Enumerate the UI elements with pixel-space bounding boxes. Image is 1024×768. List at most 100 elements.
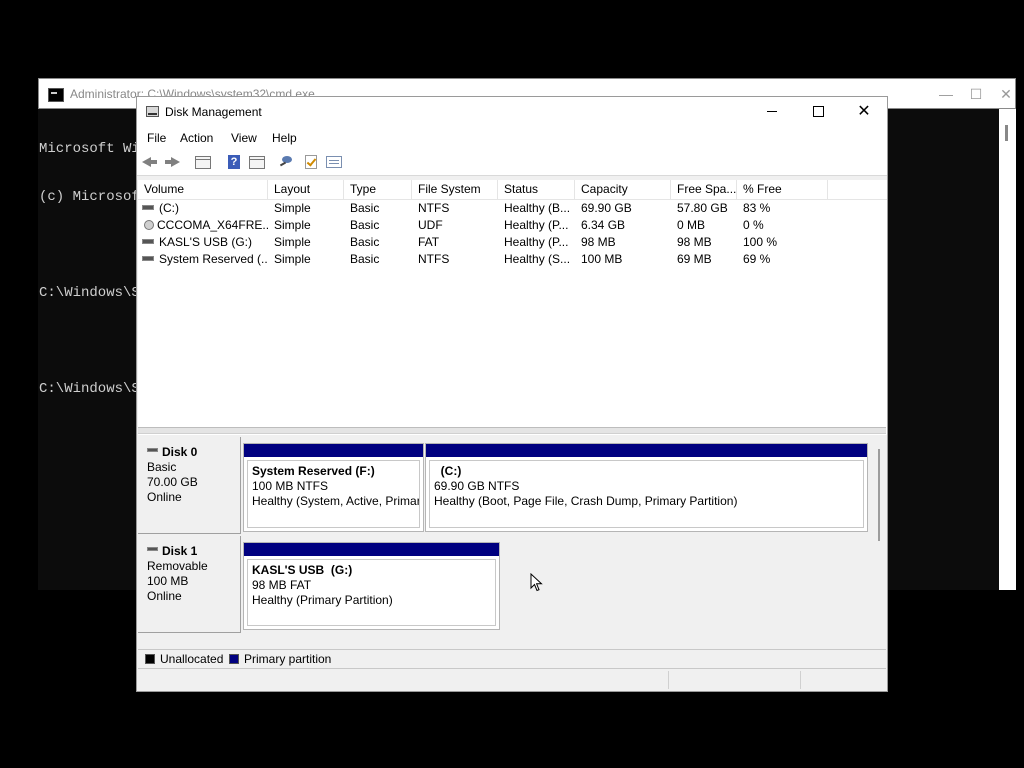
status-bar [138,669,886,691]
close-button[interactable]: ✕ [841,97,887,127]
cell-capacity: 69.90 GB [581,201,632,215]
legend: Unallocated Primary partition [138,649,886,669]
menu-view[interactable]: View [231,131,257,145]
maximize-button[interactable] [795,97,841,127]
cell-layout: Simple [274,218,311,232]
cell-free-space: 98 MB [677,235,712,249]
cmd-console-output[interactable]: Microsoft Wi (c) Microsof C:\Windows\S C… [39,109,140,429]
disk-list-icon[interactable] [195,156,211,169]
disk-state: Online [147,589,182,603]
cell-percent-free: 100 % [743,235,778,249]
rescan-icon[interactable] [280,156,294,168]
help-icon[interactable]: ? [228,155,240,169]
primary-partition-bar [244,444,423,457]
properties-icon[interactable] [326,156,342,168]
partition-size-fs: 100 MB NTFS [252,479,329,493]
cell-type: Basic [350,252,380,266]
cmd-app-icon [48,88,64,102]
partition-details: (C:) 69.90 GB NTFS Healthy (Boot, Page F… [429,460,864,528]
minimize-button[interactable] [749,97,795,127]
console-line: Microsoft Wi [39,141,140,157]
partition-details: KASL'S USB (G:) 98 MB FAT Healthy (Prima… [247,559,496,626]
menu-action[interactable]: Action [180,131,213,145]
column-layout[interactable]: Layout [268,180,344,199]
legend-swatch-unallocated [145,654,155,664]
cmd-maximize-icon[interactable]: ☐ [961,83,991,105]
volume-name: KASL'S USB (G:) [159,235,252,249]
console-view-icon[interactable] [249,156,265,169]
column-free-space[interactable]: Free Spa... [671,180,737,199]
menu-file[interactable]: File [147,131,166,145]
minimize-icon [767,111,777,113]
cmd-scroll-thumb[interactable] [1005,125,1008,141]
column-status[interactable]: Status [498,180,575,199]
menu-help[interactable]: Help [272,131,297,145]
volume-name: (C:) [159,201,179,215]
column-filler [828,180,887,199]
table-row[interactable]: (C:) Simple Basic NTFS Healthy (B... 69.… [138,200,887,217]
cmd-minimize-icon[interactable]: — [931,83,961,105]
disk-size: 100 MB [147,574,189,588]
drive-icon [142,239,154,245]
column-type[interactable]: Type [344,180,412,199]
column-capacity[interactable]: Capacity [575,180,671,199]
volume-name: System Reserved (... [159,252,268,266]
partition-system-reserved[interactable]: System Reserved (F:) 100 MB NTFS Healthy… [243,443,424,532]
cell-free-space: 0 MB [677,218,706,232]
pane-splitter[interactable] [138,427,886,434]
console-line: C:\Windows\S [39,285,140,301]
partition-name: (C:) [434,464,462,478]
partition-kasls-usb[interactable]: KASL'S USB (G:) 98 MB FAT Healthy (Prima… [243,542,500,630]
cmd-close-icon[interactable]: ✕ [991,83,1021,105]
table-row[interactable]: CCCOMA_X64FRE... Simple Basic UDF Health… [138,217,887,234]
cell-type: Basic [350,201,380,215]
back-icon[interactable] [141,154,159,170]
column-file-system[interactable]: File System [412,180,498,199]
disk-graphical-view[interactable]: Disk 0 Basic 70.00 GB Online System Rese… [138,435,887,651]
cell-free-space: 57.80 GB [677,201,728,215]
partition-name: KASL'S USB (G:) [252,563,353,577]
cmd-scrollbar[interactable] [999,109,1016,590]
primary-partition-bar [244,543,499,556]
forward-icon[interactable] [163,154,181,170]
maximize-icon [812,106,824,118]
table-row[interactable]: KASL'S USB (G:) Simple Basic FAT Healthy… [138,234,887,251]
volume-list-header: Volume Layout Type File System Status Ca… [138,180,887,200]
disk-name: Disk 1 [162,544,198,558]
cell-volume: KASL'S USB (G:) [138,234,268,251]
table-row[interactable]: System Reserved (... Simple Basic NTFS H… [138,251,887,268]
disk-name: Disk 0 [162,445,198,459]
column-volume[interactable]: Volume [138,180,268,199]
status-separator [668,671,669,689]
cell-status: Healthy (P... [504,218,569,232]
partition-c[interactable]: (C:) 69.90 GB NTFS Healthy (Boot, Page F… [425,443,868,532]
check-icon[interactable] [305,155,317,169]
disk-0-label[interactable]: Disk 0 Basic 70.00 GB Online [138,437,241,534]
primary-partition-bar [426,444,867,457]
cell-percent-free: 0 % [743,218,764,232]
dm-window-title: Disk Management [165,105,262,119]
cell-layout: Simple [274,235,311,249]
cell-percent-free: 83 % [743,201,771,215]
column-percent-free[interactable]: % Free [737,180,828,199]
mouse-cursor-icon [530,573,543,592]
cell-free-space: 69 MB [677,252,712,266]
partition-size-fs: 69.90 GB NTFS [434,479,520,493]
graph-scrollbar[interactable] [875,449,883,541]
cell-volume: CCCOMA_X64FRE... [138,217,268,234]
disk-size: 70.00 GB [147,475,198,489]
disk-state: Online [147,490,182,504]
legend-label-unallocated: Unallocated [160,652,224,666]
toolbar: ? [137,149,887,176]
partition-name: System Reserved (F:) [252,464,375,478]
cell-file-system: UDF [418,218,443,232]
cell-file-system: NTFS [418,252,450,266]
disk-management-window: Disk Management ✕ File Action View Help … [136,96,888,692]
dm-titlebar[interactable]: Disk Management ✕ [137,97,887,128]
cell-volume: System Reserved (... [138,251,268,268]
drive-icon [142,205,154,211]
disk-1-label[interactable]: Disk 1 Removable 100 MB Online [138,536,241,633]
disk-icon [147,447,158,452]
cell-type: Basic [350,218,380,232]
